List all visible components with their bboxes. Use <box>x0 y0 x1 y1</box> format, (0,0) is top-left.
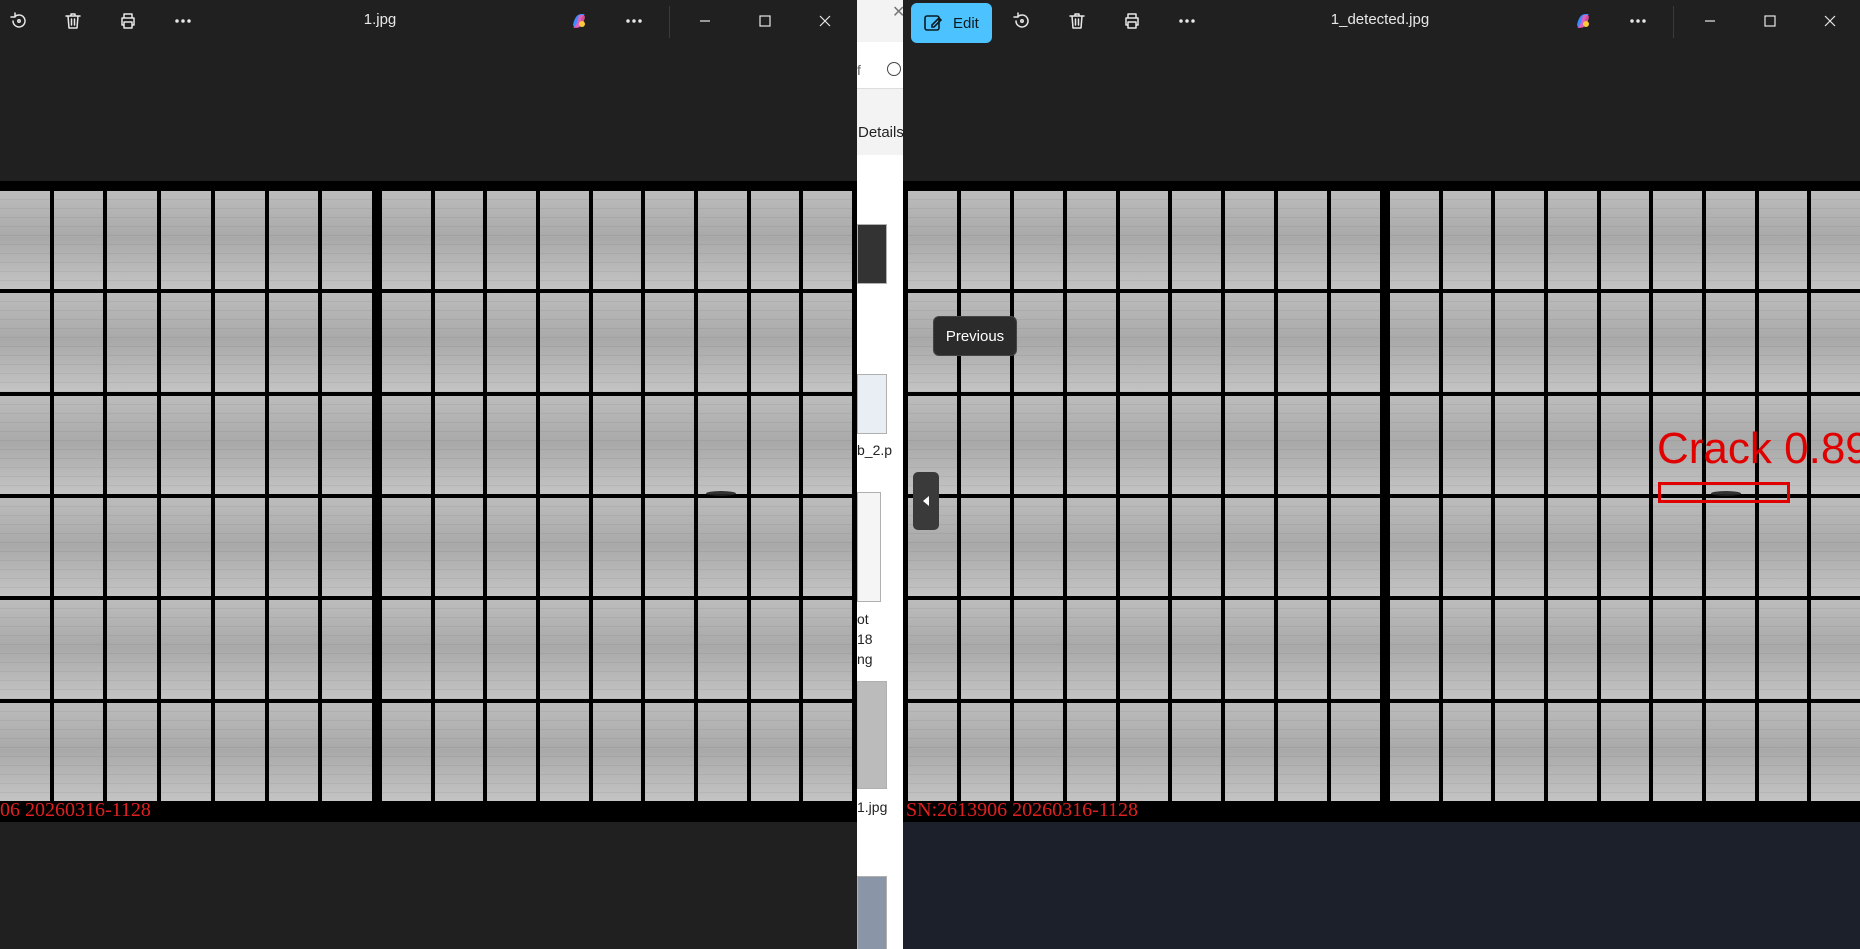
previous-tooltip: Previous <box>933 316 1017 356</box>
left-solar-panel-image <box>0 181 857 822</box>
file-thumbnail[interactable] <box>857 492 881 602</box>
minimize-button[interactable] <box>1680 0 1740 42</box>
edit-button[interactable]: Edit <box>911 3 992 43</box>
delete-icon[interactable] <box>1060 4 1094 38</box>
right-window-title: 1_detected.jpg <box>1330 11 1430 28</box>
file-label: 1.jpg <box>857 799 888 815</box>
left-titlebar: 1.jpg <box>0 0 857 42</box>
left-window-title: 1.jpg <box>363 11 397 28</box>
cell-grid <box>908 191 1380 801</box>
delete-icon[interactable] <box>56 4 90 38</box>
left-panel-section-b <box>382 191 852 801</box>
file-label: ot <box>857 611 869 627</box>
copilot-icon[interactable] <box>1566 4 1600 38</box>
explorer-close-icon[interactable]: ✕ <box>892 2 903 22</box>
edit-button-label: Edit <box>953 14 979 32</box>
search-icon[interactable] <box>887 62 901 76</box>
left-panel-section-a <box>0 191 372 801</box>
print-icon[interactable] <box>111 4 145 38</box>
maximize-button[interactable] <box>735 0 795 42</box>
left-image-caption: 06 20260316-1128 <box>0 799 151 821</box>
file-thumbnail[interactable] <box>857 876 887 949</box>
detection-bounding-box <box>1658 482 1790 503</box>
explorer-window-strip: ✕ f Details b_2.p ot 18 ng 1.jpg <box>857 0 903 949</box>
more-icon[interactable] <box>1170 4 1204 38</box>
minimize-button[interactable] <box>675 0 735 42</box>
cell-grid <box>0 191 372 801</box>
close-button[interactable] <box>1800 0 1860 42</box>
explorer-details-label[interactable]: Details <box>858 124 903 141</box>
left-photos-window: 1.jpg 06 20260316-1128 <box>0 0 857 949</box>
rotate-icon[interactable] <box>2 4 36 38</box>
separator <box>669 6 670 38</box>
file-label: 18 <box>857 631 873 647</box>
maximize-button[interactable] <box>1740 0 1800 42</box>
file-thumbnail[interactable] <box>857 681 887 789</box>
previous-button[interactable] <box>913 472 939 530</box>
separator <box>1673 6 1674 38</box>
right-panel-section-a <box>908 191 1380 801</box>
file-label: ng <box>857 651 873 667</box>
chevron-left-icon <box>923 496 929 506</box>
rotate-icon[interactable] <box>1005 4 1039 38</box>
detection-label: Crack 0.89 <box>1657 424 1860 473</box>
more-icon-right[interactable] <box>617 4 651 38</box>
right-image-caption: SN:2613906 20260316-1128 <box>906 799 1139 821</box>
crack-mark <box>706 491 736 496</box>
more-icon-right[interactable] <box>1621 4 1655 38</box>
copilot-icon[interactable] <box>562 4 596 38</box>
close-button[interactable] <box>795 0 855 42</box>
explorer-search-partial: f <box>857 62 861 78</box>
right-window-bottom-area <box>903 820 1860 949</box>
file-label: b_2.p <box>857 442 893 458</box>
more-icon[interactable] <box>166 4 200 38</box>
print-icon[interactable] <box>1115 4 1149 38</box>
file-thumbnail[interactable] <box>857 224 887 284</box>
cell-grid <box>382 191 852 801</box>
file-thumbnail[interactable] <box>857 374 887 434</box>
